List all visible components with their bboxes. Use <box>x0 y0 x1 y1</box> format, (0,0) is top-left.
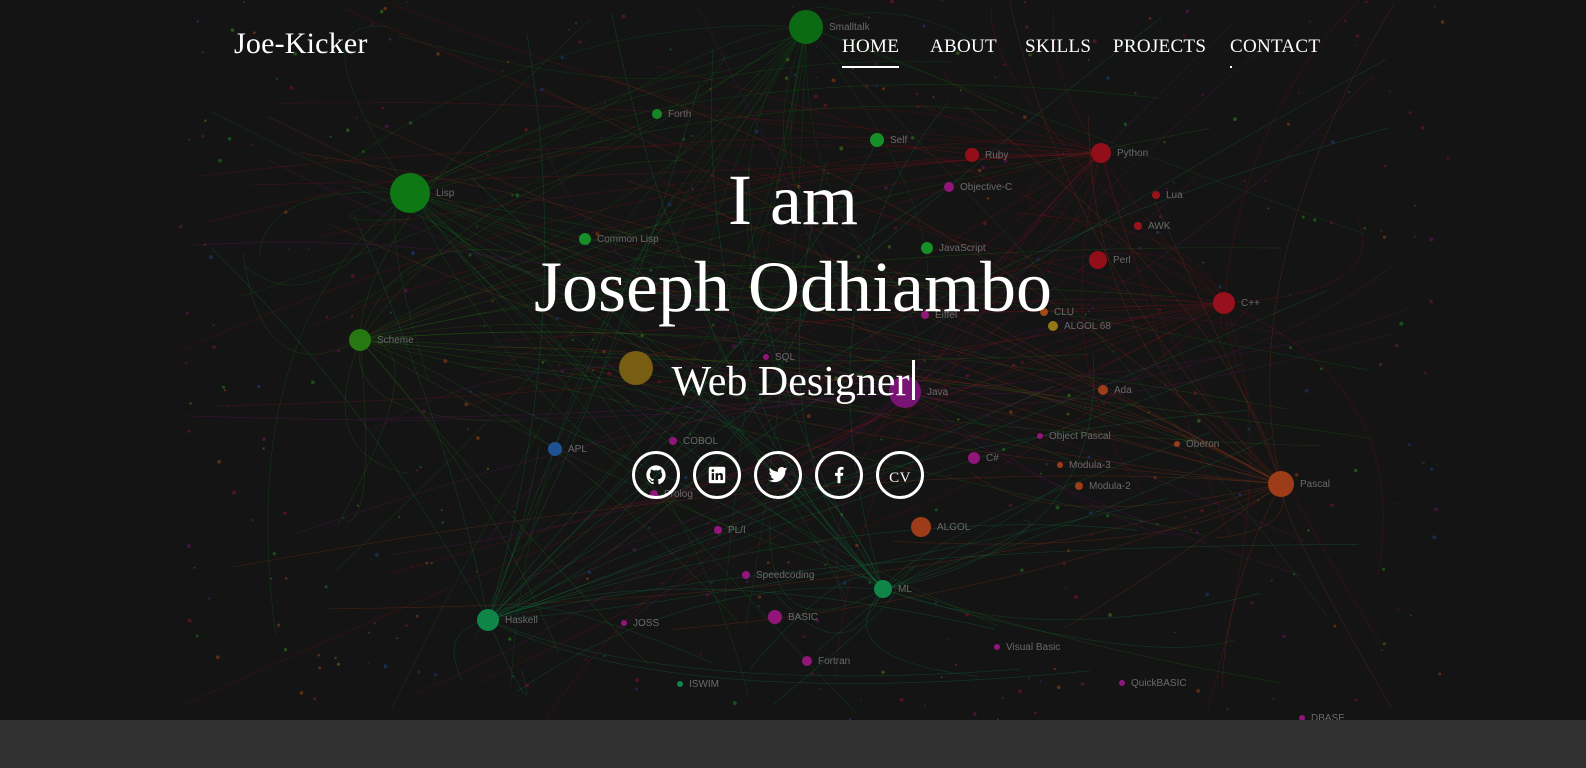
linkedin-icon <box>708 466 726 484</box>
facebook-button[interactable] <box>815 451 863 499</box>
cv-button[interactable]: CV <box>876 451 924 499</box>
nav-skills[interactable]: SKILLS <box>1025 36 1091 68</box>
cv-icon: CV <box>889 462 911 487</box>
nav-about[interactable]: ABOUT <box>930 36 997 68</box>
hero-name: Joseph Odhiambo <box>534 247 1052 327</box>
bottom-strip <box>0 720 1586 768</box>
github-button[interactable] <box>632 451 680 499</box>
linkedin-button[interactable] <box>693 451 741 499</box>
social-links: CV <box>0 451 1586 499</box>
typed-role-text: Web Designer <box>671 359 910 405</box>
nav-contact[interactable]: CONTACT <box>1230 36 1320 68</box>
main-nav: HOME ABOUT SKILLS PROJECTS CONTACT <box>0 36 1586 76</box>
hero-role: Web Designer <box>0 356 1586 408</box>
facebook-icon <box>835 466 844 484</box>
twitter-button[interactable] <box>754 451 802 499</box>
typing-cursor <box>911 360 915 400</box>
twitter-icon <box>768 466 788 483</box>
hero-intro: I am <box>728 160 858 240</box>
nav-projects[interactable]: PROJECTS <box>1113 36 1206 68</box>
github-icon <box>646 465 666 485</box>
nav-home[interactable]: HOME <box>842 36 900 68</box>
hero-section: Smalltalk Forth Self Lisp Common Lisp Scheme R… <box>0 0 1586 720</box>
